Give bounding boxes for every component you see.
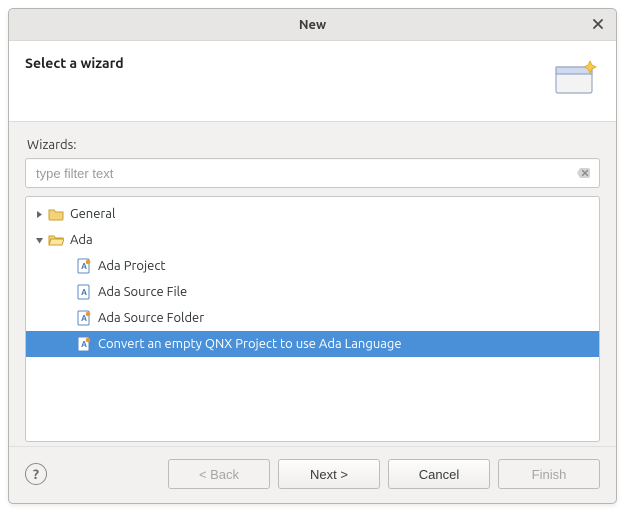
collapse-icon[interactable] (32, 233, 46, 247)
tree-item-label: Ada Project (98, 259, 165, 273)
clear-filter-icon[interactable] (576, 165, 592, 181)
help-button[interactable]: ? (25, 463, 47, 485)
expand-icon[interactable] (32, 207, 46, 221)
banner-title: Select a wizard (25, 55, 124, 71)
banner: Select a wizard (9, 41, 616, 122)
cancel-button[interactable]: Cancel (388, 459, 490, 489)
tree-item-label: General (70, 207, 115, 221)
titlebar: New (9, 9, 616, 41)
tree-item-convert-qnx[interactable]: A Convert an empty QNX Project to use Ad… (26, 331, 599, 357)
close-button[interactable] (588, 14, 608, 34)
ada-file-icon: A (76, 310, 92, 326)
ada-file-icon: A (76, 336, 92, 352)
ada-file-icon: A (76, 284, 92, 300)
svg-text:A: A (81, 288, 87, 297)
next-button[interactable]: Next > (278, 459, 380, 489)
window-title: New (9, 18, 616, 32)
dialog-body: Wizards: General (9, 122, 616, 446)
wizard-banner-icon (550, 55, 600, 99)
wizards-label: Wizards: (27, 138, 600, 152)
back-button: < Back (168, 459, 270, 489)
tree-item-general[interactable]: General (26, 201, 599, 227)
tree-item-ada-source-folder[interactable]: A Ada Source Folder (26, 305, 599, 331)
wizard-tree[interactable]: General Ada A Ada Project (25, 196, 600, 442)
filter-wrap (25, 158, 600, 188)
button-bar: ? < Back Next > Cancel Finish (9, 446, 616, 503)
filter-input[interactable] (25, 158, 600, 188)
finish-button: Finish (498, 459, 600, 489)
tree-item-label: Ada Source File (98, 285, 187, 299)
tree-item-ada-source-file[interactable]: A Ada Source File (26, 279, 599, 305)
tree-item-ada-project[interactable]: A Ada Project (26, 253, 599, 279)
ada-file-icon: A (76, 258, 92, 274)
new-wizard-dialog: New Select a wizard Wizards: (8, 8, 617, 504)
close-icon (592, 18, 604, 30)
folder-icon (48, 206, 64, 222)
tree-item-ada[interactable]: Ada (26, 227, 599, 253)
tree-item-label: Ada (70, 233, 93, 247)
tree-item-label: Ada Source Folder (98, 311, 204, 325)
tree-item-label: Convert an empty QNX Project to use Ada … (98, 337, 402, 351)
folder-open-icon (48, 232, 64, 248)
